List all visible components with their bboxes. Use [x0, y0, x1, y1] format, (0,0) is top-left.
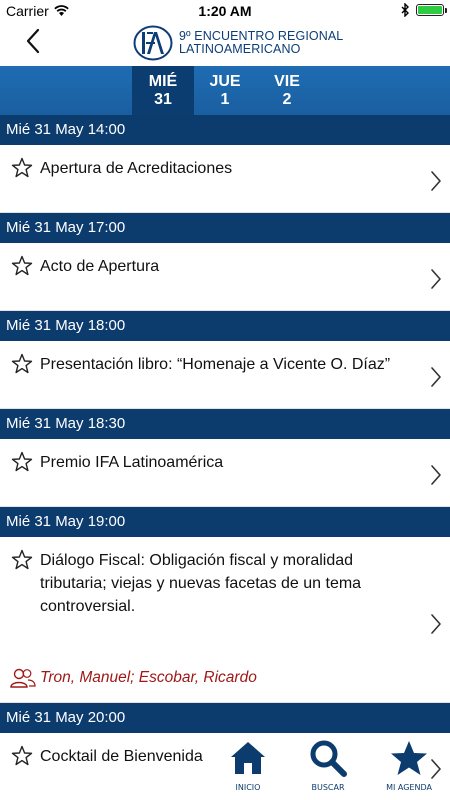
tab-day-number: 1 [220, 90, 230, 108]
tab-day-0[interactable]: MIÉ 31 [132, 66, 194, 115]
bottom-toolbar: INICIO BUSCAR MI AGENDA [0, 738, 450, 800]
session-speakers: Tron, Manuel; Escobar, Ricardo [0, 655, 257, 699]
session-item[interactable]: Diálogo Fiscal: Obligación fiscal y mora… [0, 537, 450, 703]
session-title: Presentación libro: “Homenaje a Vicente … [40, 356, 391, 373]
home-icon [231, 742, 265, 774]
schedule-list[interactable]: Mié 31 May 14:00 Apertura de Acreditacion… [0, 115, 450, 800]
tab-day-label: VIE [274, 72, 300, 90]
logo-line2: LATINOAMERICANO [179, 42, 301, 56]
session-title: Diálogo Fiscal: Obligación fiscal y mora… [40, 552, 362, 615]
event-logo: 9º ENCUENTRO REGIONAL LATINOAMERICANO [133, 25, 343, 61]
session-row: Presentación libro: “Homenaje a Vicente … [0, 341, 450, 376]
nav-header: 9º ENCUENTRO REGIONAL LATINOAMERICANO [0, 22, 450, 66]
session-title: Acto de Apertura [40, 258, 160, 275]
chevron-right-icon [431, 465, 441, 485]
tab-day-2[interactable]: VIE 2 [256, 66, 318, 115]
status-bar: Carrier 1:20 AM [0, 0, 450, 22]
section-header: Mié 31 May 18:00 [0, 311, 450, 341]
session-row: Apertura de Acreditaciones [0, 145, 450, 180]
session-item[interactable]: Presentación libro: “Homenaje a Vicente … [0, 341, 450, 409]
session-row: Premio IFA Latinoamérica [0, 439, 450, 474]
star-outline-icon[interactable] [10, 450, 34, 474]
session-item[interactable]: Premio IFA Latinoamérica [0, 439, 450, 507]
star-outline-icon[interactable] [10, 352, 34, 376]
people-icon [10, 668, 36, 688]
search-icon [310, 740, 347, 777]
home-button[interactable]: INICIO [218, 738, 278, 792]
bluetooth-icon [401, 3, 409, 17]
my-agenda-label: MI AGENDA [386, 783, 432, 792]
battery-icon [416, 4, 447, 16]
section-header: Mié 31 May 18:30 [0, 409, 450, 439]
day-tab-bar: MIÉ 31 JUE 1 VIE 2 [0, 66, 450, 115]
chevron-right-icon [431, 614, 441, 634]
chevron-right-icon [431, 269, 441, 289]
search-label: BUSCAR [311, 783, 345, 792]
logo-text: 9º ENCUENTRO REGIONAL LATINOAMERICANO [179, 30, 343, 56]
star-outline-icon[interactable] [10, 548, 34, 572]
session-title: Premio IFA Latinoamérica [40, 454, 224, 471]
section-header: Mié 31 May 14:00 [0, 115, 450, 145]
star-outline-icon[interactable] [10, 254, 34, 278]
search-button[interactable]: BUSCAR [298, 738, 358, 792]
status-right [401, 3, 447, 17]
section-header: Mié 31 May 17:00 [0, 213, 450, 243]
day-tabs: MIÉ 31 JUE 1 VIE 2 [132, 66, 318, 115]
tab-day-number: 31 [154, 90, 172, 108]
session-item[interactable]: Acto de Apertura [0, 243, 450, 311]
session-row: Acto de Apertura [0, 243, 450, 278]
section-header: Mié 31 May 19:00 [0, 507, 450, 537]
home-label: INICIO [235, 783, 261, 792]
chevron-left-icon [26, 28, 40, 54]
section-header: Mié 31 May 20:00 [0, 703, 450, 733]
tab-day-1[interactable]: JUE 1 [194, 66, 256, 115]
tab-day-number: 2 [282, 90, 292, 108]
session-row: Diálogo Fiscal: Obligación fiscal y mora… [0, 537, 450, 618]
session-title: Apertura de Acreditaciones [40, 160, 233, 177]
chevron-right-icon [431, 367, 441, 387]
back-button[interactable] [18, 24, 48, 58]
speakers-names[interactable]: Tron, Manuel; Escobar, Ricardo [40, 669, 257, 687]
star-outline-icon[interactable] [10, 156, 34, 180]
my-agenda-button[interactable]: MI AGENDA [379, 738, 439, 792]
tab-day-label: MIÉ [148, 72, 178, 90]
chevron-right-icon [431, 171, 441, 191]
ifa-logo-icon [133, 25, 173, 61]
session-item[interactable]: Apertura de Acreditaciones [0, 145, 450, 213]
status-time: 1:20 AM [198, 3, 252, 19]
tab-day-label: JUE [209, 72, 241, 90]
star-filled-icon [391, 741, 427, 775]
